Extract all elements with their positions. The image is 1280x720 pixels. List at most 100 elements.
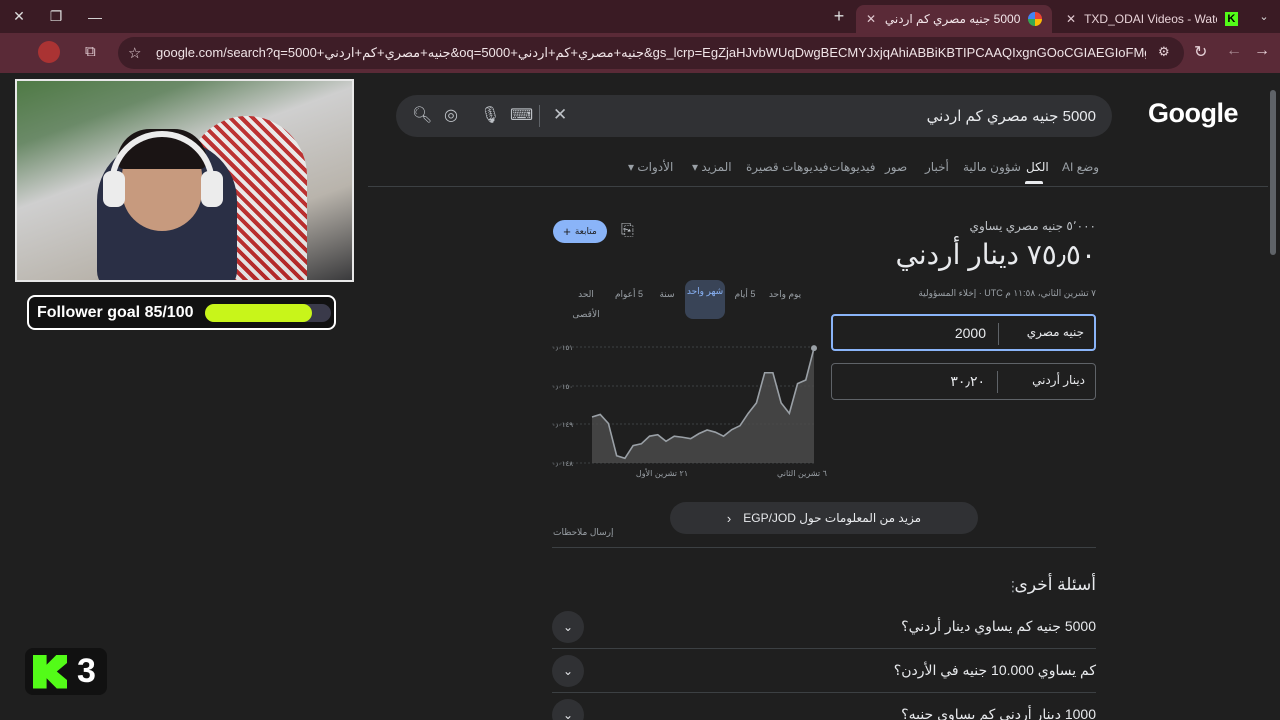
tab-videos[interactable]: فيديوهات — [829, 160, 875, 174]
tab-all[interactable]: الكل — [1026, 160, 1049, 174]
paa-question[interactable]: كم يساوي 10.000 جنيه في الأردن؟ ⌄ — [552, 650, 1096, 693]
tab-short-videos[interactable]: فيديوهات قصيرة — [746, 160, 828, 174]
plus-icon: + — [563, 224, 571, 239]
tab-more[interactable]: المزيد ▾ — [692, 160, 732, 174]
range-1-day[interactable]: يوم واحد — [765, 284, 805, 304]
chart-endpoint — [811, 345, 817, 352]
tab-search-chevron-icon[interactable]: ⌄ — [1245, 0, 1280, 33]
extensions-icon[interactable]: ⧉ — [85, 43, 96, 60]
share-icon[interactable]: ⎘ — [621, 222, 634, 240]
paa-question[interactable]: 1000 دينار أردني كم يساوي جنيه؟ ⌄ — [552, 694, 1096, 720]
chevron-left-icon: ‹ — [726, 510, 732, 526]
range-max[interactable]: الحد الأقصى — [568, 284, 604, 324]
kick-count: 3 — [77, 652, 96, 690]
to-amount-field[interactable]: ٣٠٫٢٠ دينار أردني — [831, 363, 1096, 400]
microphone-icon[interactable]: 🎙︎ — [480, 105, 500, 125]
lens-icon[interactable]: ◎ — [444, 105, 458, 125]
tab-news[interactable]: أخبار — [925, 160, 949, 174]
chevron-down-icon: ▾ — [692, 160, 699, 174]
tab-title: TXD_ODAI Videos - Watch On- — [1084, 12, 1217, 26]
selected-tab-underline — [1025, 181, 1043, 184]
paa-heading: أسئلة أخرى — [1014, 575, 1096, 594]
tab-kick[interactable]: K TXD_ODAI Videos - Watch On- ✕ — [1056, 5, 1248, 33]
field-divider — [998, 323, 999, 345]
range-5-years[interactable]: 5 أعوام — [610, 284, 648, 304]
webcam-overlay — [15, 79, 354, 282]
chart-area — [592, 348, 814, 463]
nav-divider — [368, 186, 1268, 187]
chevron-down-icon[interactable]: ⌄ — [552, 611, 584, 643]
page-scrollbar[interactable] — [1270, 90, 1276, 255]
close-tab-icon[interactable]: ✕ — [866, 12, 876, 26]
close-window-button[interactable]: ✕ — [0, 0, 38, 33]
to-currency-select[interactable]: دينار أردني — [1032, 373, 1085, 387]
title-bar: ✕ ❐ — + 5000 جنيه مصري كم اردني - بحث ✕ … — [0, 0, 1280, 33]
tab-title: 5000 جنيه مصري كم اردني - بحث — [884, 12, 1021, 26]
range-5-days[interactable]: 5 أيام — [730, 284, 760, 304]
kick-counter-widget: 3 — [25, 648, 107, 695]
conversion-result: ٧٥٫٥٠ دينار أردني — [895, 239, 1096, 270]
paa-question-text: 5000 جنيه كم يساوي دينار أردني؟ — [901, 618, 1096, 634]
new-tab-button[interactable]: + — [820, 0, 858, 33]
tab-more-label: المزيد — [701, 160, 732, 174]
tab-tools[interactable]: الأدوات ▾ — [628, 160, 673, 174]
follow-label: متابعة — [574, 226, 597, 236]
search-icon[interactable]: 🔍︎ — [412, 105, 432, 125]
x-tick-label: ٦ تشرين الثاني — [777, 469, 827, 478]
range-1-month[interactable]: شهر واحد — [685, 280, 725, 319]
y-tick-label: ٠٫٠١٤٨ — [552, 460, 573, 468]
headset-earcup — [103, 171, 125, 207]
to-amount-value[interactable]: ٣٠٫٢٠ — [832, 364, 997, 399]
conversion-timestamp[interactable]: ٧ تشرين الثاني، ١١:٥٨ م UTC · إخلاء المس… — [820, 288, 1096, 299]
kick-favicon-icon: K — [1224, 12, 1238, 26]
google-favicon-icon — [1028, 12, 1042, 26]
follower-goal-widget: Follower goal 85/100 — [27, 295, 336, 330]
restore-window-button[interactable]: ❐ — [37, 0, 75, 33]
from-currency-select[interactable]: جنيه مصري — [1027, 325, 1084, 339]
conversion-source-line: ٥٬٠٠٠ جنيه مصري يساوي — [969, 219, 1096, 233]
tab-tools-label: الأدوات — [637, 160, 674, 174]
y-tick-label: ٠٫٠١٥٠ — [552, 383, 573, 391]
chevron-down-icon[interactable]: ⌄ — [552, 655, 584, 687]
profile-avatar[interactable] — [38, 41, 60, 63]
more-info-button[interactable]: مزيد من المعلومات حول EGP/JOD ‹ — [670, 502, 978, 534]
follower-goal-fill — [205, 304, 313, 322]
more-info-label: مزيد من المعلومات حول EGP/JOD — [743, 511, 922, 525]
toolbar: ⧉ ☆ google.com/search?q=5000+جنيه+مصري+ك… — [0, 33, 1280, 73]
address-bar[interactable]: ☆ google.com/search?q=5000+جنيه+مصري+كم+… — [118, 37, 1184, 69]
x-tick-label: ٢١ تشرين الأول — [636, 468, 688, 478]
tab-images[interactable]: صور — [885, 160, 907, 174]
close-tab-icon[interactable]: ✕ — [1066, 12, 1076, 26]
tab-ai-mode[interactable]: وضع AI — [1062, 160, 1099, 174]
field-divider — [997, 371, 998, 393]
bookmark-star-icon[interactable]: ☆ — [128, 44, 141, 62]
more-options-icon[interactable]: ⋮ — [1006, 578, 1020, 595]
follower-goal-label: Follower goal 85/100 — [37, 303, 194, 321]
from-amount-field[interactable]: 2000 جنيه مصري — [831, 314, 1096, 351]
google-logo[interactable]: Google — [1148, 98, 1239, 129]
follow-button[interactable]: متابعة + — [553, 220, 607, 243]
chevron-down-icon: ▾ — [628, 160, 635, 174]
paa-question[interactable]: 5000 جنيه كم يساوي دينار أردني؟ ⌄ — [552, 606, 1096, 649]
paa-question-text: 1000 دينار أردني كم يساوي جنيه؟ — [901, 706, 1096, 720]
back-icon[interactable]: → — [1254, 42, 1270, 60]
url-text: google.com/search?q=5000+جنيه+مصري+كم+ار… — [156, 45, 1146, 60]
reload-icon[interactable]: ↻ — [1194, 42, 1207, 62]
range-1-year[interactable]: سنة — [655, 284, 679, 304]
minimize-window-button[interactable]: — — [76, 0, 114, 33]
tab-google-search[interactable]: 5000 جنيه مصري كم اردني - بحث ✕ — [856, 5, 1052, 33]
exchange-rate-chart[interactable]: ٠٫٠١٥١ ٠٫٠١٥٠ ٠٫٠١٤٩ ٠٫٠١٤٨ ٢١ تشرين الأول ٦… — [550, 335, 830, 485]
site-settings-icon[interactable]: ⚙ — [1158, 44, 1170, 60]
keyboard-icon[interactable]: ⌨ — [510, 105, 533, 125]
search-box[interactable]: 🔍︎ ◎ 🎙︎ ⌨ ✕ 5000 جنيه مصري كم اردني — [396, 95, 1112, 137]
forward-icon[interactable]: ← — [1226, 42, 1242, 60]
chevron-down-icon[interactable]: ⌄ — [552, 699, 584, 720]
tab-finance[interactable]: شؤون مالية — [963, 160, 1021, 174]
kick-logo-icon — [33, 654, 67, 689]
from-amount-value[interactable]: 2000 — [833, 316, 998, 349]
paa-question-text: كم يساوي 10.000 جنيه في الأردن؟ — [893, 662, 1096, 678]
clear-search-icon[interactable]: ✕ — [553, 105, 567, 125]
divider — [552, 547, 1096, 548]
feedback-link[interactable]: إرسال ملاحظات — [553, 527, 614, 538]
search-query[interactable]: 5000 جنيه مصري كم اردني — [927, 107, 1096, 125]
